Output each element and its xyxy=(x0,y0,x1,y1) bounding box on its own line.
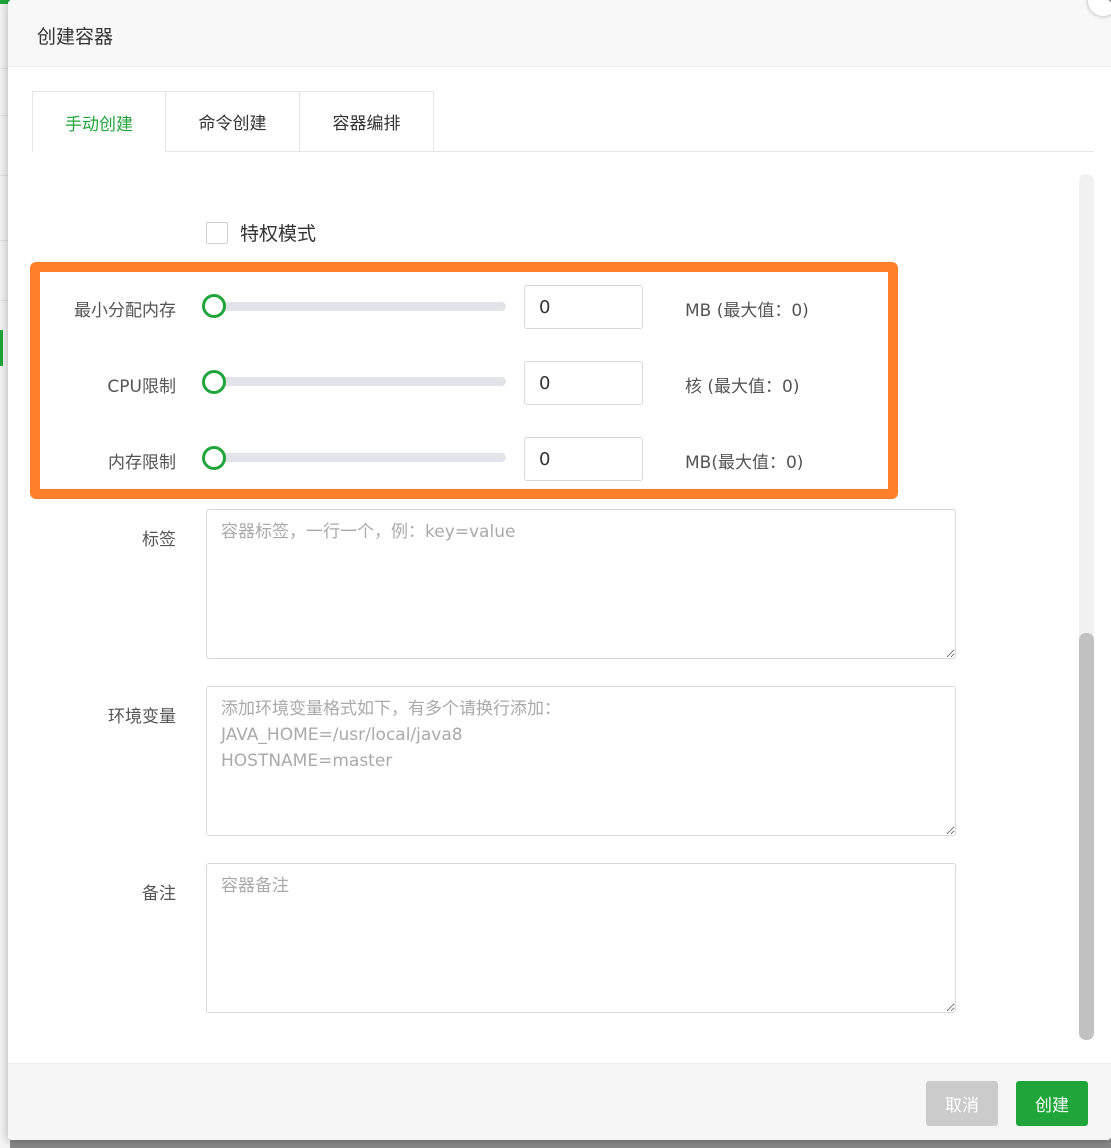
dialog-title: 创建容器 xyxy=(37,26,114,48)
privileged-mode-checkbox[interactable] xyxy=(206,221,228,244)
remark-field-label: 备注 xyxy=(142,884,176,904)
privileged-mode-row: 特权模式 xyxy=(206,219,316,246)
scrollbar[interactable] xyxy=(1079,174,1094,1040)
env-field-label: 环境变量 xyxy=(108,707,176,727)
create-container-dialog: 创建容器 手动创建 命令创建 容器编排 特权模式 最小分配内存 MB (最大值：… xyxy=(8,0,1111,1140)
tab-command-create[interactable]: 命令创建 xyxy=(165,91,300,151)
scrollbar-thumb[interactable] xyxy=(1079,633,1094,1040)
dialog-footer: 取消 创建 xyxy=(8,1063,1111,1140)
tab-manual-create[interactable]: 手动创建 xyxy=(32,91,166,152)
tab-container-orchestration[interactable]: 容器编排 xyxy=(299,91,434,151)
background-active-marker xyxy=(0,330,3,366)
remark-textarea[interactable] xyxy=(206,863,956,1013)
dialog-header: 创建容器 xyxy=(8,0,1111,67)
env-textarea[interactable] xyxy=(206,686,956,836)
labels-field-label: 标签 xyxy=(142,530,176,550)
create-button[interactable]: 创建 xyxy=(1016,1081,1088,1126)
resource-limits-highlight xyxy=(30,262,898,499)
cancel-button[interactable]: 取消 xyxy=(926,1081,998,1126)
tab-bar: 手动创建 命令创建 容器编排 xyxy=(32,91,1094,152)
privileged-mode-label: 特权模式 xyxy=(240,223,317,245)
labels-textarea[interactable] xyxy=(206,509,956,659)
